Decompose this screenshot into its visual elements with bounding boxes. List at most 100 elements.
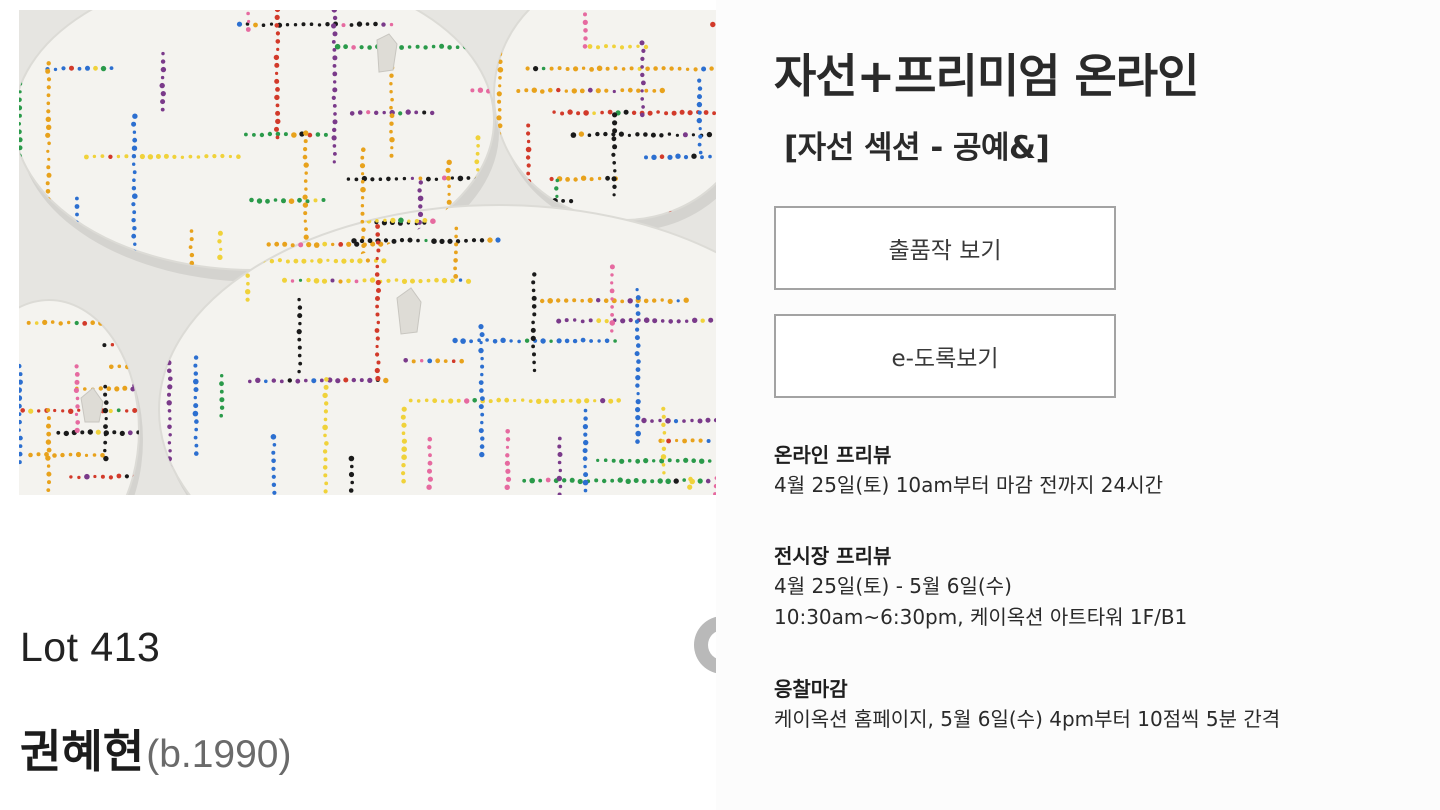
pattern-dot [131, 154, 137, 159]
pattern-dot [650, 132, 656, 138]
pattern-dot [643, 317, 650, 324]
pattern-dot [417, 188, 422, 193]
pattern-dot [658, 418, 662, 423]
pattern-dot [228, 154, 232, 159]
pattern-dot [273, 198, 278, 202]
pattern-dot [332, 127, 337, 133]
pattern-dot [659, 87, 665, 94]
pattern-dot [531, 288, 536, 293]
view-works-button[interactable]: 출품작 보기 [774, 206, 1116, 290]
pattern-dot [338, 279, 343, 284]
pattern-dot [219, 397, 225, 403]
pattern-dot [298, 321, 302, 326]
pattern-dot [452, 337, 458, 344]
pattern-dot [295, 378, 301, 384]
pattern-dot [74, 204, 80, 209]
pattern-dot [326, 258, 330, 262]
pattern-dot [588, 318, 593, 323]
pattern-dot [698, 127, 702, 131]
pattern-dot [272, 443, 277, 447]
pattern-dot [106, 386, 112, 392]
pattern-dot [306, 277, 311, 283]
pattern-dot [378, 177, 383, 181]
view-e-catalog-button[interactable]: e-도록보기 [774, 314, 1116, 398]
pattern-dot [160, 75, 165, 80]
pattern-dot [267, 131, 273, 137]
pattern-dot [322, 449, 328, 454]
pattern-dot [505, 453, 510, 458]
pattern-dot [548, 87, 553, 93]
pattern-dot [401, 454, 407, 461]
pattern-dot [635, 439, 640, 444]
pattern-dot [661, 446, 667, 451]
pattern-dot [475, 135, 481, 141]
pattern-dot [671, 110, 677, 116]
pattern-dot [293, 23, 298, 27]
pattern-dot [583, 416, 588, 421]
pattern-dot [391, 238, 397, 244]
pattern-dot [400, 414, 406, 420]
pattern-dot [417, 211, 424, 217]
pattern-dot [610, 478, 615, 483]
pattern-dot [531, 320, 535, 325]
pattern-dot [291, 132, 297, 138]
pattern-dot [247, 19, 251, 24]
pattern-dot [236, 21, 243, 27]
pattern-dot [453, 266, 457, 271]
pattern-dot [496, 397, 502, 403]
bid-close-section: 응찰마감 케이옥션 홈페이지, 5월 6일(수) 4pm부터 10점씩 5분 간… [774, 674, 1414, 735]
pattern-dot [389, 129, 393, 134]
pattern-dot [556, 298, 561, 303]
pattern-dot [564, 318, 569, 323]
pattern-dot [373, 21, 378, 27]
pattern-dot [131, 145, 138, 151]
pattern-dot [357, 258, 363, 264]
pattern-dot [332, 104, 337, 108]
pattern-dot [132, 137, 138, 143]
pattern-dot [558, 468, 562, 473]
pattern-dot [46, 416, 51, 421]
pattern-dot [361, 243, 366, 248]
pattern-dot [303, 147, 308, 152]
pattern-dot [188, 154, 193, 159]
pattern-dot [346, 177, 351, 181]
pattern-dot [691, 133, 696, 137]
pattern-dot [457, 175, 464, 182]
pattern-dot [167, 424, 172, 430]
pattern-dot [311, 378, 317, 384]
pattern-dot [389, 82, 393, 86]
pattern-dot [703, 110, 709, 115]
pattern-dot [159, 82, 165, 89]
pattern-dot [245, 273, 250, 278]
pattern-dot [85, 65, 90, 71]
pattern-dot [683, 457, 689, 463]
pattern-dot [581, 66, 586, 70]
pattern-dot [297, 305, 303, 310]
artist-name: 권혜현 [20, 725, 145, 778]
pattern-dot [578, 131, 585, 137]
pattern-dot [375, 296, 380, 301]
pattern-dot [45, 189, 51, 194]
pattern-dot [504, 397, 510, 403]
pattern-dot [359, 238, 365, 244]
pattern-dot [212, 154, 217, 159]
pattern-dot [662, 431, 667, 435]
pattern-dot [568, 398, 573, 403]
pattern-dot [375, 304, 379, 309]
pattern-dot [583, 36, 588, 41]
pattern-dot [447, 192, 451, 196]
artist-birth-year: (b.1990) [146, 733, 292, 776]
pattern-dot [644, 88, 649, 93]
pattern-dot [331, 40, 336, 44]
pattern-dot [504, 460, 510, 466]
pattern-dot [375, 352, 380, 357]
pattern-dot [168, 449, 172, 453]
pattern-dot [47, 480, 51, 485]
pattern-dot [259, 132, 265, 138]
pattern-dot [167, 368, 172, 374]
pattern-dot [332, 160, 336, 164]
artwork-image[interactable] [19, 10, 716, 495]
pattern-dot [77, 66, 82, 71]
pattern-dot [168, 417, 172, 421]
pattern-dot [454, 234, 458, 239]
